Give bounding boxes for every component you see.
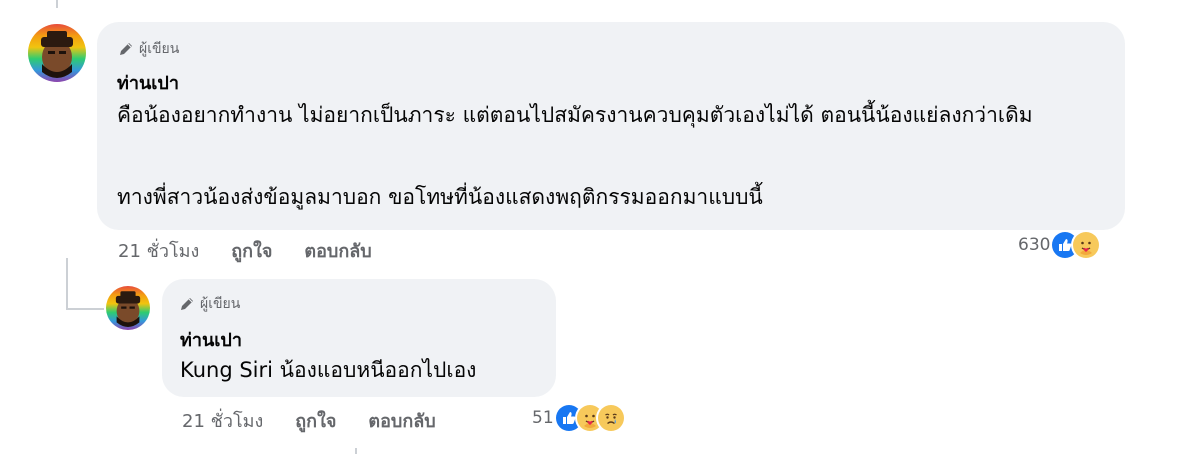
thread-line bbox=[66, 258, 68, 310]
reaction-summary[interactable]: 51 bbox=[532, 405, 624, 431]
comment-timestamp[interactable]: 21 ชั่วโมง bbox=[182, 406, 263, 435]
thread-line bbox=[355, 448, 357, 454]
author-avatar[interactable] bbox=[106, 286, 150, 330]
thread-line bbox=[56, 0, 58, 8]
pencil-icon bbox=[178, 295, 196, 313]
pencil-icon bbox=[117, 40, 135, 58]
reply-button[interactable]: ตอบกลับ bbox=[304, 236, 371, 265]
reaction-count: 630 bbox=[1018, 235, 1051, 255]
comment-text: ทางพี่สาวน้องส่งข้อมูลมาบอก ขอโทษที่น้อง… bbox=[117, 185, 763, 209]
reply-button[interactable]: ตอบกลับ bbox=[368, 406, 435, 435]
comment-text: Kung Siri น้องแอบหนีออกไปเอง bbox=[180, 358, 477, 382]
author-badge: ผู้เขียน bbox=[117, 38, 179, 60]
comment-author[interactable]: ท่านเปา bbox=[180, 325, 242, 354]
comment-actions: 21 ชั่วโมง ถูกใจ ตอบกลับ bbox=[118, 236, 372, 265]
author-badge-label: ผู้เขียน bbox=[139, 41, 180, 57]
author-avatar[interactable] bbox=[28, 24, 86, 82]
reply-bubble: ผู้เขียน ท่านเปา Kung Siri น้องแอบหนีออก… bbox=[162, 279, 556, 397]
comment-text: คือน้องอยากทำงาน ไม่อยากเป็นภาระ แต่ตอนไ… bbox=[117, 103, 1033, 127]
comment-bubble: ผู้เขียน ท่านเปา คือน้องอยากทำงาน ไม่อยา… bbox=[97, 22, 1125, 230]
like-button[interactable]: ถูกใจ bbox=[231, 236, 272, 265]
thread-line bbox=[66, 308, 104, 310]
author-badge-label: ผู้เขียน bbox=[200, 296, 241, 312]
reaction-summary[interactable]: 630 bbox=[1018, 232, 1100, 258]
like-button[interactable]: ถูกใจ bbox=[295, 406, 336, 435]
care-icon bbox=[1073, 232, 1100, 258]
author-badge: ผู้เขียน bbox=[178, 293, 240, 315]
comment-actions: 21 ชั่วโมง ถูกใจ ตอบกลับ bbox=[182, 406, 436, 435]
comment-author[interactable]: ท่านเปา bbox=[117, 68, 179, 97]
sad-icon bbox=[597, 405, 624, 431]
reaction-count: 51 bbox=[532, 408, 554, 428]
comment-timestamp[interactable]: 21 ชั่วโมง bbox=[118, 236, 199, 265]
